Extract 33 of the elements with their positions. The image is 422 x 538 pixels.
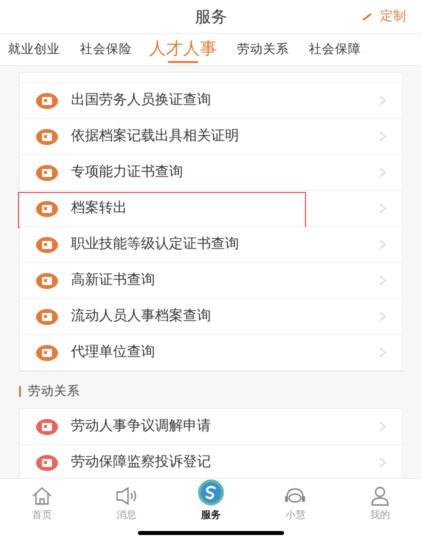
chevron-icon [379, 131, 386, 142]
home-icon [31, 486, 54, 506]
item-label: 档案转出 [71, 199, 127, 218]
chevron-icon [379, 421, 386, 432]
item-label: 职业技能等级认定证书查询 [71, 235, 239, 254]
category-tab[interactable]: 社会保障 [301, 34, 369, 65]
chevron-icon [379, 203, 386, 214]
chevron-icon [379, 347, 386, 358]
item-label: 劳动人事争议调解申请 [71, 417, 211, 436]
item-label: 出国劳务人员换证查询 [71, 91, 211, 110]
chevron-icon [379, 457, 386, 468]
chevron-icon [379, 95, 386, 106]
category-tab[interactable]: 就业创业 [0, 34, 68, 65]
item-label: 高新证书查询 [71, 271, 155, 290]
chevron-icon [379, 311, 386, 322]
speaker-icon [114, 486, 139, 506]
item-label: 流动人员人事档案查询 [71, 307, 211, 326]
service-item[interactable]: 档案转出 [20, 191, 402, 227]
item-label: 代理单位查询 [71, 343, 155, 362]
pencil-icon [362, 12, 372, 20]
service-item[interactable]: 职业技能等级认定证书查询 [20, 227, 402, 263]
item-label: 劳动保障监察投诉登记 [71, 453, 211, 472]
section-title: 劳动关系 [28, 382, 80, 400]
nav-tab[interactable]: 服务 [168, 479, 254, 525]
chevron-icon [379, 239, 386, 250]
chevron-icon [379, 275, 386, 286]
category-tab[interactable]: 劳动关系 [229, 34, 297, 65]
category-tab[interactable]: 社会保险 [72, 34, 140, 65]
chevron-icon [379, 167, 386, 178]
person-icon [370, 486, 390, 506]
item-label: 专项能力证书查询 [71, 163, 183, 182]
page-title: 服务 [195, 6, 227, 28]
item-label: 依据档案记载出具相关证明 [71, 127, 239, 146]
